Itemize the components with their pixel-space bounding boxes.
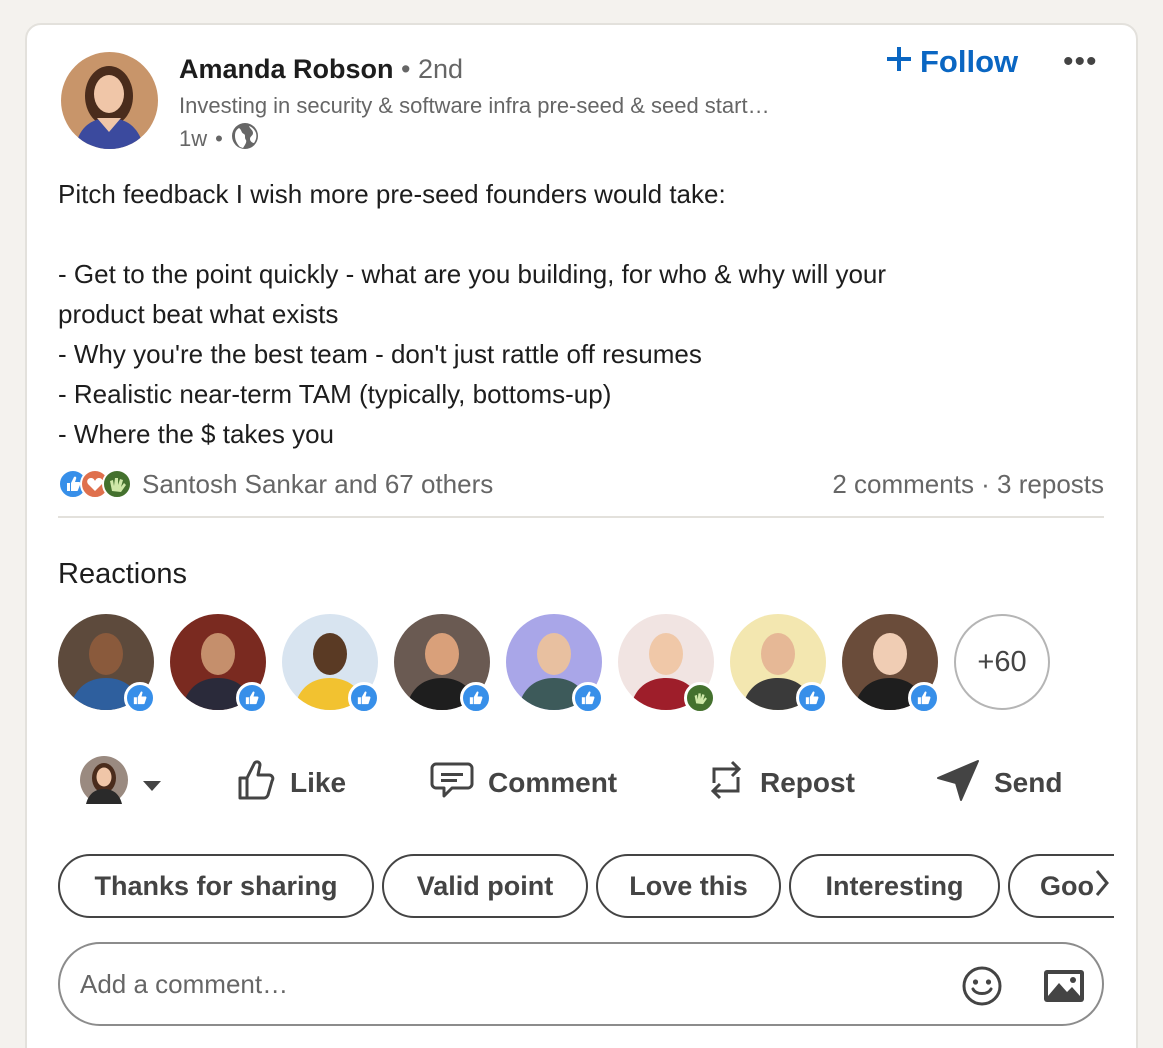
- social-counts-row: Santosh Sankar and 67 others 2 comments …: [58, 466, 1104, 502]
- chip-thanks-for-sharing[interactable]: Thanks for sharing: [58, 854, 374, 918]
- suggested-replies: Thanks for sharing Valid point Love this…: [58, 854, 1114, 918]
- author-name[interactable]: Amanda Robson • 2nd: [179, 54, 463, 85]
- author-headline: Investing in security & software infra p…: [179, 93, 770, 118]
- post-line: product beat what exists: [58, 299, 339, 329]
- thumbs-up-icon: [236, 758, 276, 809]
- meta-separator: •: [215, 126, 223, 151]
- repost-button[interactable]: Repost: [706, 752, 855, 814]
- send-icon: [936, 758, 980, 809]
- comment-button[interactable]: Comment: [430, 752, 617, 814]
- like-button[interactable]: Like: [236, 752, 346, 814]
- follow-button[interactable]: Follow: [886, 44, 1018, 80]
- reactor-avatar[interactable]: [170, 614, 268, 714]
- like-icon: [572, 682, 604, 714]
- post-line: - Get to the point quickly - what are yo…: [58, 259, 887, 289]
- like-icon: [908, 682, 940, 714]
- comment-icon: [430, 760, 474, 807]
- post-text: Pitch feedback I wish more pre-seed foun…: [58, 174, 1108, 454]
- post-meta: 1w •: [179, 122, 259, 156]
- celebrate-icon: [102, 469, 132, 499]
- reactor-avatar[interactable]: [506, 614, 604, 714]
- reactions-title: Reactions: [58, 558, 187, 590]
- reaction-identity-selector[interactable]: [80, 752, 162, 814]
- post-line: - Realistic near-term TAM (typically, bo…: [58, 379, 612, 409]
- self-avatar: [80, 755, 128, 811]
- more-options-button[interactable]: •••: [1063, 47, 1098, 77]
- repost-label: Repost: [760, 767, 855, 798]
- post-line: - Why you're the best team - don't just …: [58, 339, 702, 369]
- image-icon[interactable]: [1042, 966, 1086, 1011]
- author-avatar[interactable]: [61, 52, 158, 149]
- post-time: 1w: [179, 126, 208, 151]
- divider: [58, 516, 1104, 518]
- reactor-avatar[interactable]: [842, 614, 940, 714]
- like-icon: [124, 682, 156, 714]
- action-bar: Like Comment Repost Send: [58, 752, 1104, 814]
- reaction-summary[interactable]: Santosh Sankar and 67 others: [58, 469, 493, 500]
- author-name-text[interactable]: Amanda Robson: [179, 54, 394, 84]
- send-button[interactable]: Send: [936, 752, 1062, 814]
- chip-interesting[interactable]: Interesting: [789, 854, 1000, 918]
- reactor-avatar[interactable]: [282, 614, 380, 714]
- comment-label: Comment: [488, 767, 618, 798]
- chevron-right-icon[interactable]: [1094, 868, 1110, 906]
- like-icon: [460, 682, 492, 714]
- post-line: Pitch feedback I wish more pre-seed foun…: [58, 179, 726, 209]
- chip-love-this[interactable]: Love this: [596, 854, 781, 918]
- reactor-avatar[interactable]: [618, 614, 716, 714]
- like-icon: [348, 682, 380, 714]
- celebrate-icon: [684, 682, 716, 714]
- reactor-avatar[interactable]: [58, 614, 156, 714]
- reactors-list: +60: [58, 614, 1050, 714]
- comments-reposts-count[interactable]: 2 comments · 3 reposts: [832, 469, 1104, 500]
- follow-label: Follow: [920, 44, 1019, 79]
- like-icon: [236, 682, 268, 714]
- connection-degree: • 2nd: [401, 54, 464, 84]
- comment-box: [58, 942, 1104, 1026]
- repost-icon: [706, 757, 746, 810]
- like-icon: [796, 682, 828, 714]
- post-line: - Where the $ takes you: [58, 419, 335, 449]
- plus-icon: [886, 44, 912, 80]
- send-label: Send: [994, 767, 1063, 798]
- reactor-avatar[interactable]: [394, 614, 492, 714]
- globe-icon: [231, 122, 259, 156]
- post-line: [58, 214, 1108, 254]
- caret-down-icon: [142, 767, 162, 799]
- reactors-summary[interactable]: Santosh Sankar and 67 others: [142, 469, 493, 500]
- like-label: Like: [290, 767, 347, 798]
- reactor-avatar[interactable]: [730, 614, 828, 714]
- chip-valid-point[interactable]: Valid point: [382, 854, 588, 918]
- emoji-icon[interactable]: [960, 964, 1004, 1013]
- more-reactors-button[interactable]: +60: [954, 614, 1050, 710]
- comment-input[interactable]: [80, 964, 940, 1004]
